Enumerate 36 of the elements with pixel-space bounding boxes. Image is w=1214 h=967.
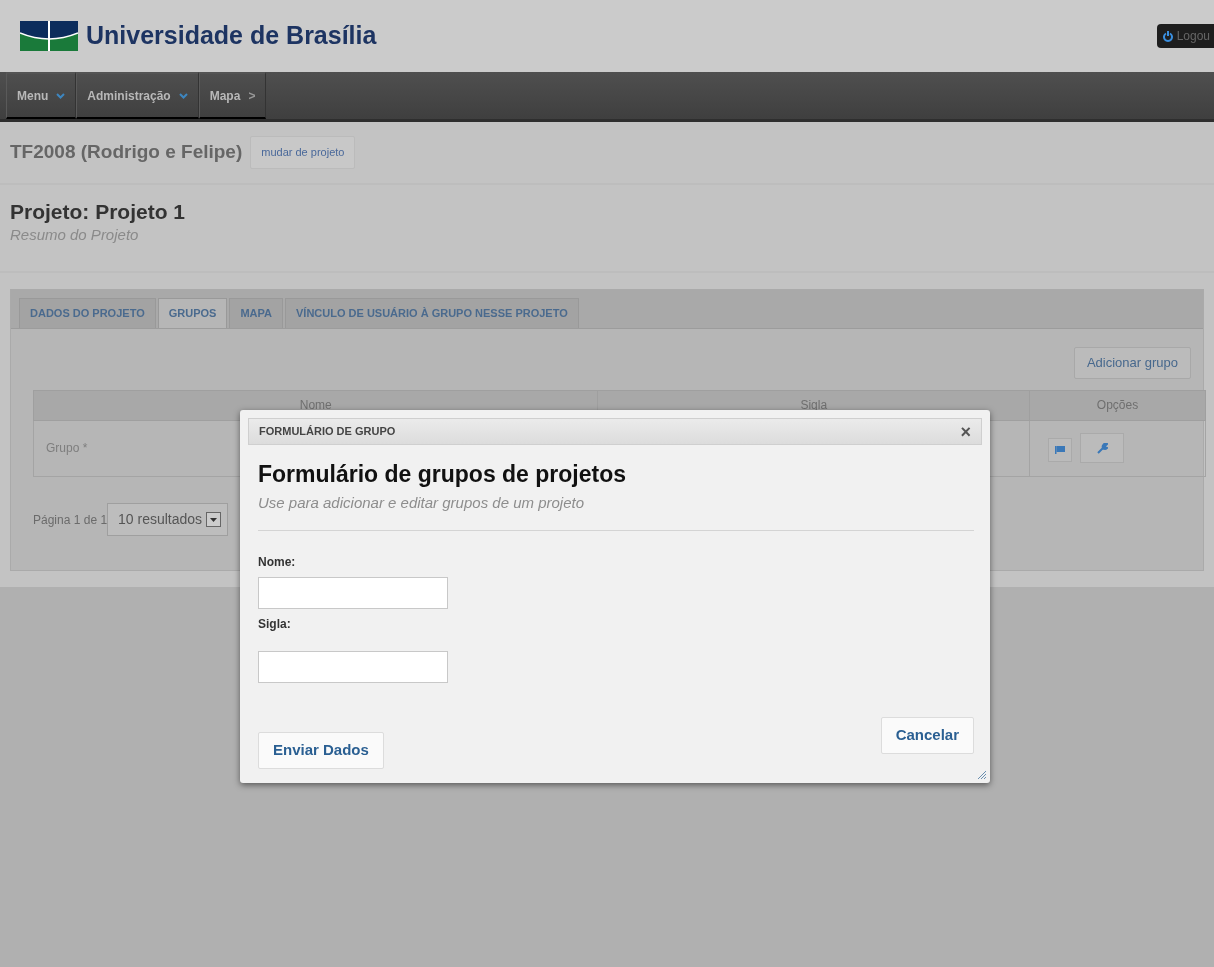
close-button[interactable]: ×: [960, 422, 971, 441]
site-title: Universidade de Brasília: [86, 20, 377, 52]
wrench-icon: [1096, 442, 1108, 454]
tab[interactable]: MAPA: [229, 297, 283, 329]
page-title: Projeto: Projeto 1: [10, 199, 187, 225]
university-logo: [20, 21, 78, 51]
cancel-button[interactable]: Cancelar: [880, 717, 974, 754]
menu-item[interactable]: Administração: [76, 72, 199, 119]
chevron-down-icon: [56, 92, 66, 99]
submit-button[interactable]: Enviar Dados: [258, 732, 384, 769]
logout-button[interactable]: Logou: [1156, 24, 1214, 48]
add-group-button[interactable]: Adicionar grupo: [1073, 347, 1191, 379]
flag-icon: [1055, 445, 1066, 454]
menu-item[interactable]: Menu: [6, 72, 77, 119]
menu-item[interactable]: Mapa >: [198, 72, 267, 119]
change-project-button[interactable]: mudar de projeto: [250, 136, 356, 169]
dialog-title: FORMULÁRIO DE GRUPO: [259, 424, 396, 440]
input-field[interactable]: [258, 651, 448, 683]
project-name: TF2008 (Rodrigo e Felipe): [10, 140, 243, 165]
power-icon: [1162, 30, 1173, 42]
resize-grip-icon: [977, 770, 987, 780]
page-info: Página 1 de 1: [33, 511, 108, 529]
wrench-button[interactable]: [1080, 433, 1125, 464]
tab[interactable]: GRUPOS: [157, 297, 228, 329]
input-field[interactable]: [258, 577, 448, 609]
flag-button[interactable]: [1048, 437, 1073, 462]
chevron-down-icon: [178, 92, 188, 99]
arrow-text: >: [248, 87, 256, 105]
column-header: Opções: [1029, 390, 1206, 421]
form-subtitle: Use para adicionar e editar grupos de um projeto: [258, 492, 586, 513]
field-label: Nome:: [258, 554, 297, 571]
page-subtitle: Resumo do Projeto: [10, 225, 140, 246]
tab[interactable]: VÍNCULO DE USUÁRIO À GRUPO NESSE PROJETO: [285, 297, 579, 329]
field-label: Sigla:: [258, 616, 292, 633]
page-size-select[interactable]: 10 resultados: [107, 502, 229, 536]
tab[interactable]: DADOS DO PROJETO: [19, 297, 156, 329]
